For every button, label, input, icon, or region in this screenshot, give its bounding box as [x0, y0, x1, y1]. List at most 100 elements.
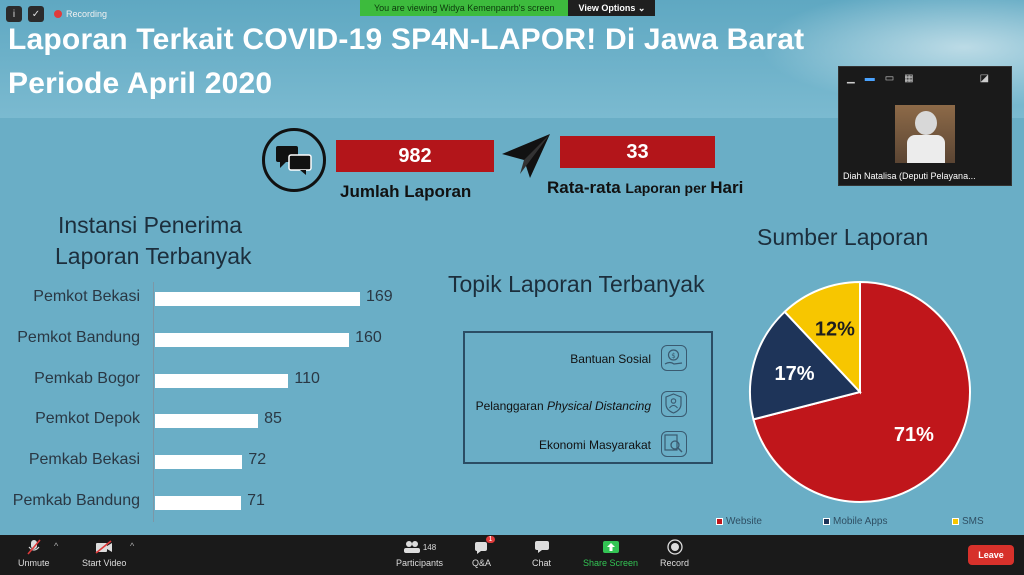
minimize-icon[interactable]: ▁	[847, 73, 855, 84]
unmute-button[interactable]: Unmute	[18, 539, 50, 568]
participants-icon: 148	[400, 539, 440, 555]
participants-button[interactable]: 148 Participants	[396, 539, 443, 568]
video-tile-controls: ▁ ▬ ▭ ▦ ◪	[839, 67, 1011, 90]
legend-label: Website	[726, 516, 762, 527]
record-icon	[666, 539, 684, 555]
chat-label: Chat	[532, 558, 552, 568]
video-options-chevron-icon[interactable]: ^	[130, 541, 134, 551]
bar	[155, 455, 243, 470]
viewing-screen-text: You are viewing Widya Kemenpanrb's scree…	[360, 0, 569, 16]
recording-label: Recording	[66, 9, 108, 19]
chat-bubbles-icon	[262, 128, 326, 192]
topic-physical-prefix: Pelanggaran	[475, 399, 547, 413]
qa-badge: 1	[485, 536, 496, 543]
pie-chart-title: Sumber Laporan	[757, 224, 929, 250]
bar-chart-title-line1: Instansi Penerima	[58, 212, 243, 238]
bar	[155, 496, 242, 510]
participants-count: 148	[422, 542, 437, 552]
participant-name: Diah Natalisa (Deputi Pelayana...	[843, 171, 976, 181]
bar-category-label: Pemkot Depok	[35, 410, 140, 428]
bar-value-label: 71	[247, 492, 265, 509]
participant-video-tile[interactable]: ▁ ▬ ▭ ▦ ◪ Diah Natalisa (Deputi Pelayana…	[838, 66, 1012, 186]
participants-label: Participants	[396, 558, 444, 568]
pie-legend-item: Mobile Apps	[823, 516, 887, 527]
rata-label-part-b: Laporan per	[625, 180, 711, 196]
record-button[interactable]: Record	[660, 539, 689, 568]
topics-box: Bantuan Sosial $ Pelanggaran Physical Di…	[463, 331, 713, 464]
slide-title-line1: Laporan Terkait COVID-19 SP4N-LAPOR! Di …	[8, 23, 805, 56]
shared-slide: Laporan Terkait COVID-19 SP4N-LAPOR! Di …	[0, 0, 1024, 535]
share-screen-label: Share Screen	[583, 558, 639, 568]
meeting-info-icon[interactable]: i	[6, 6, 22, 22]
gallery-view-icon[interactable]: ▦	[904, 73, 913, 84]
pie-legend-item: Website	[716, 516, 762, 527]
bar-category-label: Pemkot Bekasi	[33, 288, 140, 305]
bar-category-label: Pemkab Bogor	[34, 369, 140, 387]
unmute-label: Unmute	[18, 558, 50, 568]
pie-value-label: 71%	[894, 424, 934, 446]
view-options-label: View Options	[578, 3, 636, 13]
bar	[155, 373, 289, 388]
share-screen-button[interactable]: Share Screen	[583, 539, 638, 568]
participant-avatar	[895, 105, 955, 163]
pie-chart: 71% 17%12%	[749, 280, 971, 503]
pie-value-label: 12%	[815, 319, 855, 341]
bar-chart-title-line2: Laporan Terbanyak	[55, 243, 252, 269]
bar-value-label: 160	[355, 328, 382, 346]
legend-swatch	[716, 518, 723, 525]
recording-indicator[interactable]: Recording	[54, 9, 107, 19]
topic-physical-distancing: Pelanggaran Physical Distancing	[476, 399, 651, 413]
rata-rata-value: 33	[560, 136, 715, 168]
svg-text:$: $	[671, 352, 675, 360]
rata-label-part-c: Hari	[710, 178, 744, 197]
meeting-info-bar: i ✓ Recording	[6, 6, 107, 22]
start-video-label: Start Video	[82, 558, 127, 568]
qa-label: Q&A	[472, 558, 492, 568]
rata-rata-label: Rata-rata Laporan per Hari	[547, 178, 743, 198]
recording-dot-icon	[54, 10, 62, 18]
screen-share-banner: You are viewing Widya Kemenpanrb's scree…	[360, 0, 656, 16]
security-shield-icon[interactable]: ✓	[28, 6, 44, 22]
chat-button[interactable]: Chat	[532, 539, 551, 568]
money-hand-icon: $	[661, 345, 687, 371]
paper-plane-icon	[500, 130, 552, 187]
bar-category-label: Pemkab Bandung	[12, 492, 140, 509]
view-options-button[interactable]: View Options ⌄	[568, 0, 656, 16]
pie-legend-item: SMS	[952, 516, 984, 527]
topic-ekonomi-masyarakat: Ekonomi Masyarakat	[538, 438, 651, 452]
meeting-toolbar: Unmute ^ Start Video ^ 148 Participants …	[0, 535, 1024, 575]
slide-title-line2: Periode April 2020	[8, 67, 273, 100]
strip-view-icon[interactable]: ▭	[885, 73, 894, 84]
bar-value-label: 110	[294, 369, 320, 387]
bar-value-label: 72	[248, 451, 267, 469]
bar-chart-axis	[153, 282, 154, 522]
legend-swatch	[952, 518, 959, 525]
topics-title: Topik Laporan Terbanyak	[448, 271, 705, 297]
qa-icon: 1	[473, 536, 496, 555]
start-video-button[interactable]: Start Video	[82, 539, 126, 568]
chat-icon	[533, 539, 551, 555]
rata-label-part-a: Rata-rata	[547, 178, 626, 197]
bar	[155, 414, 259, 429]
jumlah-laporan-label: Jumlah Laporan	[340, 182, 472, 201]
magnifier-doc-icon	[661, 431, 687, 457]
slide-title: Laporan Terkait COVID-19 SP4N-LAPOR! Di …	[8, 18, 804, 106]
video-off-icon	[95, 539, 113, 555]
qa-button[interactable]: 1 Q&A	[472, 536, 496, 568]
share-screen-icon	[602, 539, 620, 555]
leave-button[interactable]: Leave	[968, 545, 1014, 565]
speaker-view-icon[interactable]: ▬	[865, 73, 875, 84]
jumlah-laporan-value: 982	[336, 140, 494, 172]
bar	[155, 332, 350, 347]
legend-label: Mobile Apps	[833, 516, 888, 527]
exit-fullscreen-icon[interactable]: ◪	[980, 73, 989, 84]
person-shield-icon	[661, 391, 687, 417]
audio-options-chevron-icon[interactable]: ^	[54, 541, 58, 551]
pie-value-label: 17%	[774, 363, 814, 385]
legend-swatch	[823, 518, 830, 525]
bar-value-label: 169	[366, 288, 393, 305]
bar-category-label: Pemkot Bandung	[17, 328, 140, 346]
topic-physical-italic: Physical Distancing	[546, 399, 651, 413]
bar	[155, 292, 360, 306]
topic-bantuan-sosial: Bantuan Sosial	[570, 352, 651, 366]
